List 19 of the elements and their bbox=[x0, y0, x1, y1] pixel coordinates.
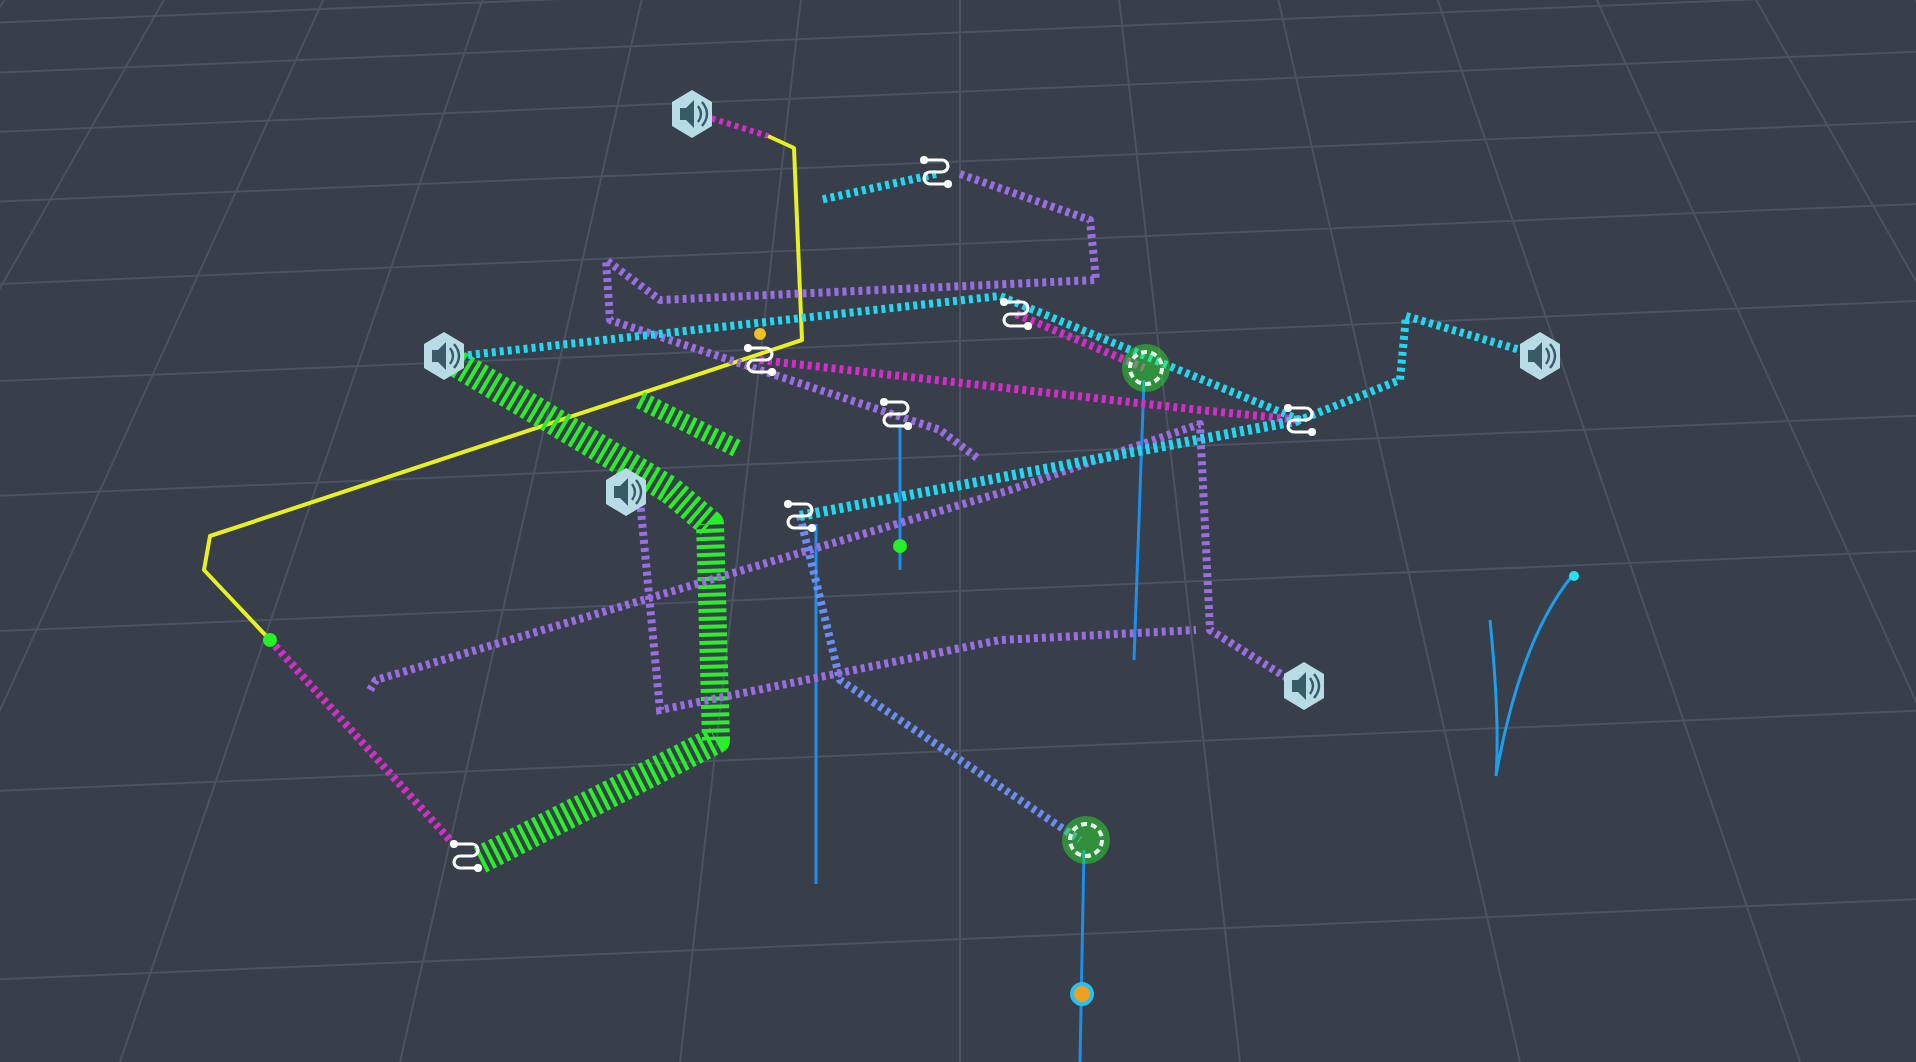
connector-node-icon[interactable] bbox=[1000, 298, 1032, 330]
source-dot-icon bbox=[1070, 982, 1094, 1006]
connector-node-icon[interactable] bbox=[784, 500, 816, 532]
junction-dot-icon bbox=[263, 633, 277, 647]
connector-node-icon[interactable] bbox=[1284, 404, 1316, 436]
speaker-icon[interactable] bbox=[672, 90, 712, 138]
glow-ring-icon[interactable] bbox=[1062, 816, 1110, 864]
junction-dot-icon bbox=[893, 539, 907, 553]
connector-node-icon[interactable] bbox=[880, 398, 912, 430]
connector-node-icon[interactable] bbox=[744, 344, 776, 376]
connector-node-icon[interactable] bbox=[450, 840, 482, 872]
speaker-icon[interactable] bbox=[606, 468, 646, 516]
speaker-icon[interactable] bbox=[424, 332, 464, 380]
glow-ring-icon[interactable] bbox=[1122, 344, 1170, 392]
connector-node-icon[interactable] bbox=[920, 156, 952, 188]
endpoint-dot-icon bbox=[1569, 571, 1579, 581]
speaker-icon[interactable] bbox=[1520, 332, 1560, 380]
junction-dot-icon bbox=[754, 328, 766, 340]
speaker-icon[interactable] bbox=[1284, 662, 1324, 710]
